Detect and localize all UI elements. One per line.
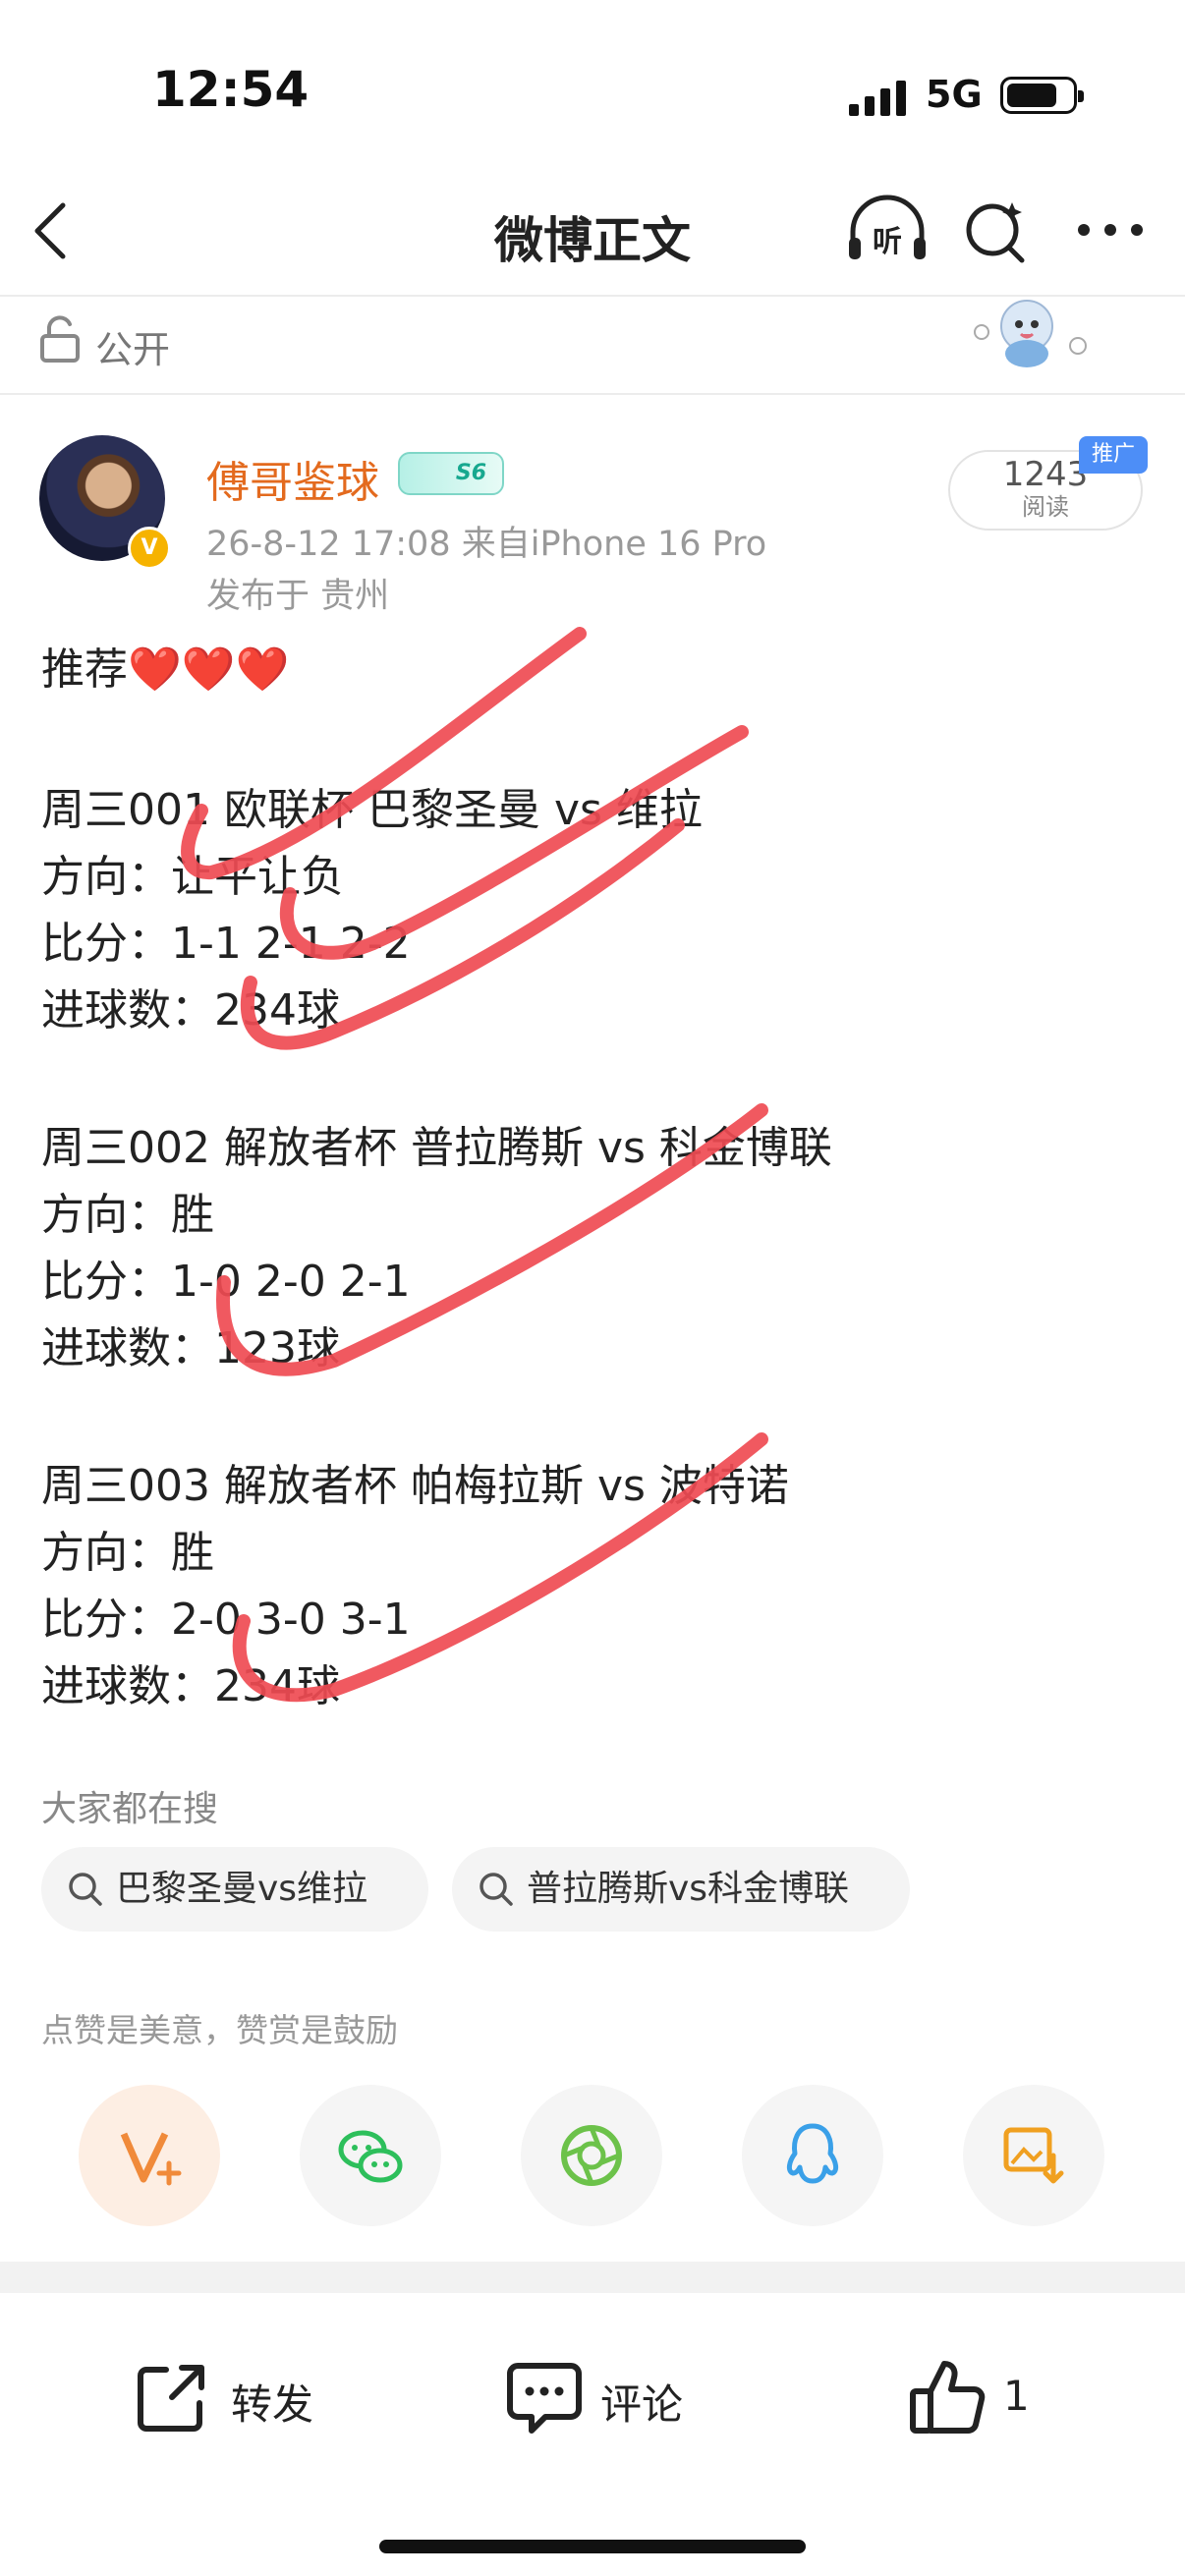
save-image-icon <box>1003 2127 1064 2184</box>
search-icon[interactable] <box>963 196 1032 265</box>
match-direction: 方向：胜 <box>41 1528 214 1578</box>
search-chip-label: 普拉腾斯vs科金博联 <box>527 1869 850 1909</box>
promo-tag[interactable]: 推广 <box>1079 436 1148 474</box>
post-meta: 26-8-12 17:08 来自iPhone 16 Pro <box>206 525 767 564</box>
author-name[interactable]: 傅哥鉴球 <box>206 447 379 510</box>
moments-icon <box>561 2125 622 2186</box>
more-icon[interactable] <box>1076 220 1145 240</box>
post-intro: 推荐❤️❤️❤️ <box>41 644 290 695</box>
wechat-icon <box>338 2130 403 2183</box>
status-time: 12:54 <box>152 61 310 118</box>
match-title: 周三002 解放者杯 普拉腾斯 vs 科金博联 <box>41 1123 832 1173</box>
match-goals: 进球数：234球 <box>41 1661 340 1711</box>
unlock-icon <box>40 315 80 363</box>
svg-text:听: 听 <box>873 225 902 259</box>
search-icon <box>69 1873 102 1906</box>
like-count: 1 <box>1003 2372 1030 2420</box>
views-label: 阅读 <box>1022 493 1069 521</box>
wechat-share-button[interactable] <box>300 2085 441 2226</box>
comment-icon <box>507 2363 582 2434</box>
comment-label: 评论 <box>600 2380 684 2429</box>
search-icon <box>480 1873 513 1906</box>
moments-share-button[interactable] <box>521 2085 662 2226</box>
level-badge: S6 <box>398 452 504 495</box>
match-score: 比分：1-1 2-1 2-2 <box>41 919 411 969</box>
match-goals: 进球数：234球 <box>41 985 340 1036</box>
listen-icon[interactable]: 听 <box>845 195 930 265</box>
post-location: 发布于 贵州 <box>206 577 390 616</box>
vplus-button[interactable] <box>79 2085 220 2226</box>
vplus-icon <box>120 2132 182 2186</box>
like-button[interactable]: 1 <box>909 2358 1056 2436</box>
verified-badge-icon: V <box>128 527 171 570</box>
match-score: 比分：1-0 2-0 2-1 <box>41 1257 411 1307</box>
match-direction: 方向：胜 <box>41 1190 214 1240</box>
search-chip[interactable]: 巴黎圣曼vs维拉 <box>41 1847 428 1932</box>
search-chip[interactable]: 普拉腾斯vs科金博联 <box>452 1847 910 1932</box>
qq-share-button[interactable] <box>742 2085 883 2226</box>
match-score: 比分：2-0 3-0 3-1 <box>41 1595 411 1645</box>
match-direction: 方向：让平让负 <box>41 852 344 902</box>
search-chip-label: 巴黎圣曼vs维拉 <box>116 1869 368 1909</box>
home-indicator <box>379 2540 806 2553</box>
reward-hint: 点赞是美意，赞赏是鼓励 <box>41 2011 398 2049</box>
signal-icon <box>849 77 908 116</box>
mascot-icon <box>974 300 1087 367</box>
save-image-button[interactable] <box>963 2085 1104 2226</box>
match-title: 周三003 解放者杯 帕梅拉斯 vs 波特诺 <box>41 1461 789 1511</box>
section-gap <box>0 2262 1185 2293</box>
repost-label: 转发 <box>231 2380 314 2429</box>
match-title: 周三001 欧联杯 巴黎圣曼 vs 维拉 <box>41 785 703 835</box>
battery-icon <box>1000 77 1084 114</box>
match-goals: 进球数：123球 <box>41 1323 340 1373</box>
repost-button[interactable]: 转发 <box>133 2358 339 2436</box>
thumbs-up-icon <box>910 2361 986 2434</box>
network-label: 5G <box>926 73 983 116</box>
trending-search-title: 大家都在搜 <box>41 1789 219 1829</box>
repost-icon <box>138 2365 204 2432</box>
privacy-divider <box>0 393 1185 395</box>
privacy-label: 公开 <box>95 328 171 371</box>
comment-button[interactable]: 评论 <box>506 2358 703 2436</box>
qq-icon <box>786 2123 839 2184</box>
